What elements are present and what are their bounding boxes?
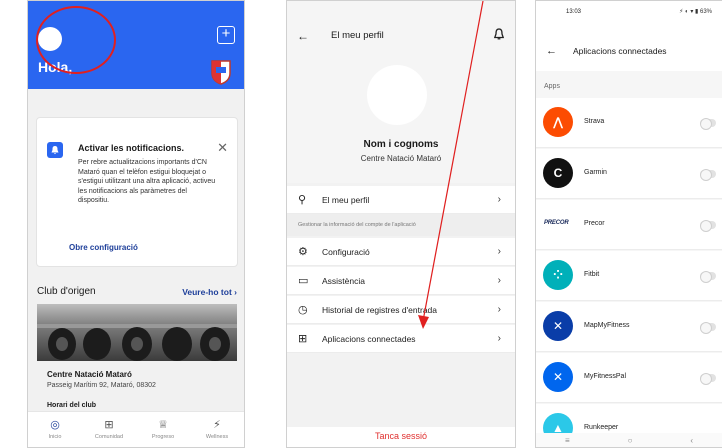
trophy-icon: ♕ [158,419,168,431]
recents-icon[interactable]: ≡ [565,436,570,445]
chevron-right-icon: › [497,194,501,205]
home-body: Activar les notificacions. ✕ Per rebre a… [28,89,244,447]
club-name: Centre Natació Mataró [47,370,132,379]
app-row-precor[interactable]: PRECOR Precor [536,200,722,250]
connected-apps-header: ← Aplicacions connectades [536,23,722,71]
garmin-toggle[interactable] [700,169,716,181]
tab-progreso[interactable]: ♕ Progreso [136,412,190,447]
profile-avatar[interactable] [367,65,427,125]
garmin-logo-icon: C [543,158,573,188]
club-section-title: Club d'origen [37,286,96,297]
logout-button[interactable]: Tanca sessió [287,427,515,447]
see-all-link[interactable]: Veure-ho tot › [182,287,237,297]
chevron-right-icon: › [497,333,501,344]
app-name: Precor [584,220,605,227]
club-logo-icon [211,60,231,85]
running-icon: ⚡ [213,419,221,431]
menu-item-connected-apps[interactable]: ⊞ Aplicacions connectades › [287,325,515,353]
highlight-circle-annotation [36,6,116,74]
chevron-right-icon: › [497,275,501,286]
myfitnesspal-toggle[interactable] [700,373,716,385]
dumbbells-icon [37,324,237,361]
app-row-mapmyfitness[interactable]: ✕ MapMyFitness [536,302,722,352]
notification-body: Per rebre actualitzacions importants d'C… [78,159,216,205]
mapmyfitness-logo-icon: ✕ [543,311,573,341]
app-name: MapMyFitness [584,322,630,329]
back-triangle-icon[interactable]: ‹ [690,436,693,445]
app-name: MyFitnessPal [584,373,627,380]
home-screen: Hola, + Activar les notificacions. ✕ Per… [27,0,245,448]
status-bar: 13:03 ⚡ ◐ ▾ ▮ 63% [536,1,722,23]
tab-inicio[interactable]: ◎ Inicio [28,412,82,447]
history-icon: ◷ [298,304,308,316]
precor-logo-icon: PRECOR [544,220,569,226]
app-name: Strava [584,118,605,125]
club-image[interactable] [37,304,237,361]
connected-apps-screen: 13:03 ⚡ ◐ ▾ ▮ 63% ← Aplicacions connecta… [535,0,722,448]
app-row-strava[interactable]: ⋀ Strava [536,98,722,148]
app-name: Garmin [584,169,607,176]
strava-toggle[interactable] [700,118,716,130]
home-icon: ◎ [50,419,60,431]
chat-icon: ▭ [298,275,309,287]
menu-item-label: El meu perfil [322,194,370,205]
page-title: El meu perfil [331,30,384,41]
myfitnesspal-logo-icon: ✕ [543,362,573,392]
see-all-label: Veure-ho tot [182,287,232,297]
page-title: Aplicacions connectades [573,46,667,56]
apps-section-label: Apps [544,83,560,90]
chevron-right-icon: › [497,246,501,257]
person-icon: ⚲ [298,194,307,206]
profile-screen: ← El meu perfil Nom i cognoms Centre Nat… [286,0,516,448]
apps-grid-icon: ⊞ [298,333,308,345]
bottom-tab-bar: ◎ Inicio ⊞ Comunidad ♕ Progreso ⚡ Wellne… [28,411,244,447]
strava-logo-icon: ⋀ [543,107,573,137]
system-nav-bar: ≡ ○ ‹ [536,433,722,447]
close-icon[interactable]: ✕ [217,140,228,156]
profile-club: Centre Natació Mataró [360,154,442,163]
menu-item-label: Assistència [322,275,365,286]
bell-icon[interactable] [493,28,505,41]
tab-label: Comunidad [94,434,124,440]
menu-item-settings[interactable]: ⚙ Configuració › [287,238,515,266]
menu-item-my-profile[interactable]: ⚲ El meu perfil › [287,186,515,214]
home-circle-icon[interactable]: ○ [628,436,633,445]
app-row-myfitnesspal[interactable]: ✕ MyFitnessPal [536,353,722,403]
bell-icon [47,142,63,158]
back-arrow-icon[interactable]: ← [546,45,557,57]
tab-label: Inicio [48,434,62,440]
menu-item-label: Configuració [322,246,370,257]
back-arrow-icon[interactable]: ← [297,29,309,43]
club-hours[interactable]: Horari del club [47,402,96,409]
fitbit-logo-icon: ⁘ [543,260,573,290]
open-settings-link[interactable]: Obre configuració [69,243,138,252]
tab-label: Wellness [205,434,229,440]
section-label: Gestionar la informació del compte de l'… [287,214,515,236]
profile-header: ← El meu perfil Nom i cognoms Centre Nat… [287,1,515,183]
chevron-right-icon: › [234,287,237,297]
plus-box-icon: ⊞ [104,419,114,431]
tab-wellness[interactable]: ⚡ Wellness [190,412,244,447]
app-name: Runkeeper [584,424,619,431]
menu-item-label: Historial de registres d'entrada [322,304,438,315]
status-icons: ⚡ ◐ ▾ ▮ 63% [679,9,712,15]
mapmyfitness-toggle[interactable] [700,322,716,334]
app-name: Fitbit [584,271,600,278]
add-icon[interactable]: + [217,26,235,44]
app-row-garmin[interactable]: C Garmin [536,149,722,199]
tab-comunidad[interactable]: ⊞ Comunidad [82,412,136,447]
menu-item-support[interactable]: ▭ Assistència › [287,267,515,295]
precor-toggle[interactable] [700,220,716,232]
menu-item-label: Aplicacions connectades [322,333,416,344]
app-row-fitbit[interactable]: ⁘ Fitbit [536,251,722,301]
chevron-right-icon: › [497,304,501,315]
club-address: Passeig Marítim 92, Mataró, 08302 [47,382,156,389]
menu-item-checkin-history[interactable]: ◷ Historial de registres d'entrada › [287,296,515,324]
tab-label: Progreso [151,434,175,440]
profile-name: Nom i cognoms [363,139,439,150]
fitbit-toggle[interactable] [700,271,716,283]
status-time: 13:03 [566,9,582,15]
notification-title: Activar les notificacions. [78,143,185,153]
gear-icon: ⚙ [298,246,308,258]
